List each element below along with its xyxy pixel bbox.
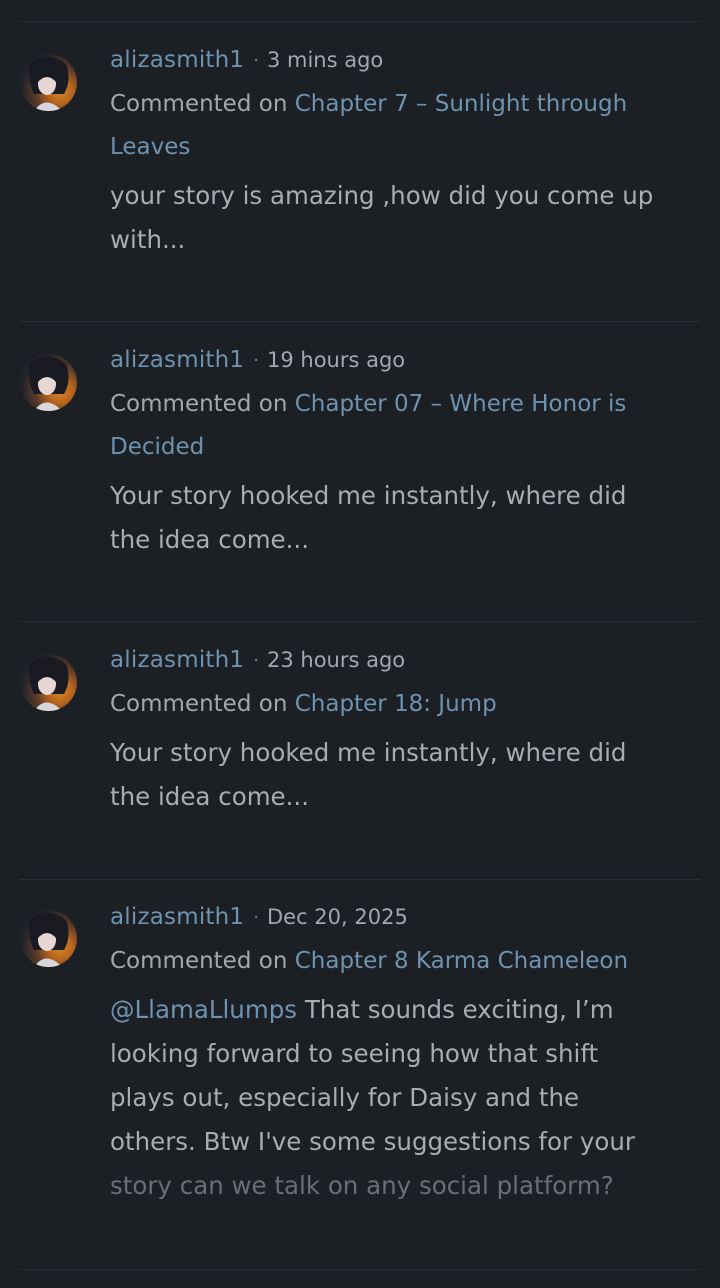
separator-dot: ·	[253, 906, 259, 928]
mention-link[interactable]: @LlamaLlumps	[110, 995, 297, 1024]
divider	[20, 879, 700, 880]
comment-text[interactable]: @LlamaLlumps That sounds exciting, I’m l…	[110, 988, 660, 1208]
comment-context: Commented on Chapter 7 – Sunlight throug…	[110, 83, 660, 169]
avatar[interactable]	[20, 354, 77, 411]
comment-timestamp: Dec 20, 2025	[266, 905, 408, 929]
comment-text[interactable]: your story is amazing ,how did you come …	[110, 174, 660, 262]
comment-context: Commented on Chapter 8 Karma Chameleon	[110, 940, 660, 983]
username-link[interactable]: alizasmith1	[110, 47, 244, 73]
comment-context: Commented on Chapter 18: Jump	[110, 683, 660, 726]
divider	[20, 321, 700, 322]
comment-context: Commented on Chapter 07 – Where Honor is…	[110, 383, 660, 469]
divider	[20, 621, 700, 622]
comment-timestamp: 23 hours ago	[266, 648, 406, 672]
chapter-link[interactable]: Chapter 18: Jump	[295, 691, 497, 717]
separator-dot: ·	[253, 649, 259, 671]
divider-top	[20, 21, 700, 22]
comment-timestamp: 3 mins ago	[266, 48, 384, 72]
avatar-image	[28, 656, 69, 711]
commented-on-label: Commented on	[110, 391, 288, 417]
avatar[interactable]	[20, 654, 77, 711]
avatar-image	[28, 912, 69, 967]
comment-text[interactable]: Your story hooked me instantly, where di…	[110, 731, 660, 819]
avatar[interactable]	[20, 54, 77, 111]
commented-on-label: Commented on	[110, 91, 288, 117]
username-link[interactable]: alizasmith1	[110, 347, 244, 373]
commented-on-label: Commented on	[110, 691, 288, 717]
avatar-image	[28, 56, 69, 111]
separator-dot: ·	[253, 49, 259, 71]
comment-text-faded: story can we talk on any social platform…	[110, 1171, 614, 1200]
divider-bottom	[20, 1269, 700, 1270]
avatar-image	[28, 356, 69, 411]
comment-text[interactable]: Your story hooked me instantly, where di…	[110, 474, 660, 562]
comment-timestamp: 19 hours ago	[266, 348, 406, 372]
username-link[interactable]: alizasmith1	[110, 647, 244, 673]
commented-on-label: Commented on	[110, 948, 288, 974]
avatar[interactable]	[20, 910, 77, 967]
chapter-link[interactable]: Chapter 8 Karma Chameleon	[295, 948, 628, 974]
separator-dot: ·	[253, 349, 259, 371]
username-link[interactable]: alizasmith1	[110, 904, 244, 930]
